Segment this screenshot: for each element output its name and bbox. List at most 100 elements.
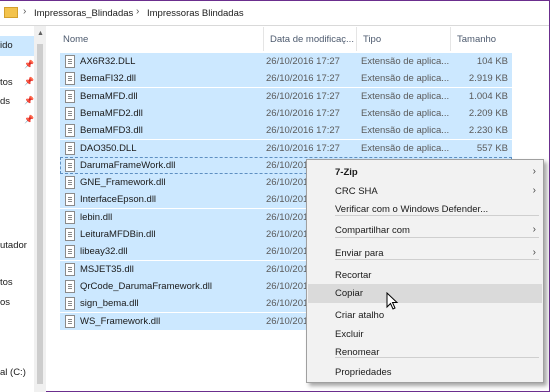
nav-item[interactable]: ido xyxy=(0,40,13,51)
file-name: BemaMFD3.dll xyxy=(80,125,143,137)
menu-item-label: CRC SHA xyxy=(335,186,378,197)
menu-item-label: Criar atalho xyxy=(335,310,385,321)
menu-item-label: Propriedades xyxy=(335,367,392,378)
file-row[interactable]: DAO350.DLL 26/10/2016 17:27 Extensão de ap… xyxy=(60,139,512,157)
menu-item-label: Compartilhar com xyxy=(335,225,410,236)
file-date: 26/10/201 xyxy=(266,280,309,292)
nav-item[interactable]: tos xyxy=(0,77,13,88)
file-row[interactable]: BemaFI32.dll 26/10/2016 17:27 Extensão de … xyxy=(60,70,512,88)
chevron-right-icon[interactable]: › xyxy=(136,6,139,17)
file-name: DAO350.DLL xyxy=(80,142,137,154)
menu-item-label: Enviar para xyxy=(335,248,384,259)
file-name: BemaMFD2.dll xyxy=(80,107,143,119)
dll-file-icon xyxy=(65,55,75,68)
nav-item[interactable]: ds xyxy=(0,96,10,107)
file-size: 2.209 KB xyxy=(468,107,508,119)
file-name: BemaMFD.dll xyxy=(80,90,138,102)
column-header-name[interactable]: Nome xyxy=(57,27,264,51)
menu-item-enviar-para[interactable]: Enviar para › xyxy=(308,244,542,263)
file-date: 26/10/2016 17:27 xyxy=(266,142,340,154)
file-date: 26/10/201 xyxy=(266,263,309,275)
file-date: 26/10/2016 17:27 xyxy=(266,125,340,137)
menu-item-compartilhar-com[interactable]: Compartilhar com › xyxy=(308,221,542,240)
menu-item-label: Verificar com o Windows Defender... xyxy=(335,204,489,215)
file-name: DarumaFrameWork.dll xyxy=(80,159,176,171)
menu-item-label: Renomear xyxy=(335,347,380,358)
submenu-arrow-icon: › xyxy=(532,185,536,196)
dll-file-icon xyxy=(65,193,75,207)
file-name: BemaFI32.dll xyxy=(80,73,136,85)
submenu-arrow-icon: › xyxy=(532,166,536,177)
menu-item-7-zip[interactable]: 7-Zip › xyxy=(308,163,542,182)
file-type: Extensão de aplica... xyxy=(361,125,450,137)
file-date: 26/10/201 xyxy=(266,177,309,189)
nav-item[interactable]: os xyxy=(0,297,10,308)
file-size: 2.230 KB xyxy=(468,125,508,137)
column-header-label: Tipo xyxy=(363,34,382,45)
menu-item-label: 7-Zip xyxy=(335,167,358,178)
nav-scrollbar-thumb[interactable] xyxy=(37,44,43,384)
mouse-cursor-icon xyxy=(386,292,399,310)
pin-icon: 📌 xyxy=(24,60,34,69)
menu-item-excluir[interactable]: Excluir xyxy=(308,325,542,344)
menu-item-renomear[interactable]: Renomear xyxy=(308,343,542,362)
file-row[interactable]: BemaMFD.dll 26/10/2016 17:27 Extensão de a… xyxy=(60,87,512,105)
menu-item-criar-atalho[interactable]: Criar atalho xyxy=(308,306,542,325)
file-name: WS_Framework.dll xyxy=(80,315,161,327)
dll-file-icon xyxy=(65,297,75,311)
file-size: 2.919 KB xyxy=(468,73,508,85)
file-name: QrCode_DarumaFramework.dll xyxy=(80,280,212,292)
dll-file-icon xyxy=(65,106,75,120)
chevron-right-icon[interactable]: › xyxy=(23,6,26,17)
pin-icon: 📌 xyxy=(24,77,34,86)
file-size: 557 KB xyxy=(476,142,508,154)
menu-item-propriedades[interactable]: Propriedades xyxy=(308,363,542,382)
pin-icon: 📌 xyxy=(24,115,34,124)
nav-item[interactable]: utador xyxy=(0,240,27,251)
menu-item-verificar-com-o-windows-defender[interactable]: Verificar com o Windows Defender... xyxy=(308,200,542,219)
menu-item-label: Recortar xyxy=(335,270,372,281)
address-bar[interactable]: › Impressoras_Blindadas › Impressoras Bl… xyxy=(0,1,549,26)
submenu-arrow-icon: › xyxy=(532,224,536,235)
dll-file-icon xyxy=(65,89,75,103)
file-type: Extensão de aplica... xyxy=(361,90,450,102)
file-name: sign_bema.dll xyxy=(80,298,139,310)
dll-file-icon xyxy=(65,124,75,138)
file-row[interactable]: BemaMFD3.dll 26/10/2016 17:27 Extensão de … xyxy=(60,122,512,140)
column-header-date[interactable]: Data de modificaç... xyxy=(264,27,357,51)
dll-file-icon xyxy=(65,245,75,259)
file-size: 104 KB xyxy=(476,56,508,67)
file-date: 26/10/201 xyxy=(266,229,309,240)
menu-item-label: Copiar xyxy=(335,288,363,299)
nav-item[interactable]: tos xyxy=(0,277,13,288)
folder-icon xyxy=(4,7,18,18)
file-type: Extensão de aplica... xyxy=(361,56,450,67)
file-row[interactable]: AX6R32.DLL 26/10/2016 17:27 Extensão de ap… xyxy=(60,53,512,70)
column-header-type[interactable]: Tipo xyxy=(357,27,451,51)
file-date: 26/10/201 xyxy=(266,315,309,327)
dll-file-icon xyxy=(65,141,75,155)
dll-file-icon xyxy=(65,228,75,241)
file-date: 26/10/2016 17:27 xyxy=(266,90,340,102)
scroll-up-icon[interactable]: ▲ xyxy=(37,30,44,37)
file-date: 26/10/2016 17:27 xyxy=(266,107,340,119)
menu-item-recortar[interactable]: Recortar xyxy=(308,266,542,285)
column-header-label: Tamanho xyxy=(457,34,497,45)
dll-file-icon xyxy=(65,314,75,328)
file-name: MSJET35.dll xyxy=(80,263,134,275)
breadcrumb-item[interactable]: Impressoras_Blindadas xyxy=(34,8,133,19)
navigation-pane: ido tos 📌 📌 ds 📌 📌 utador tos os ▲ xyxy=(0,26,46,392)
column-header-size[interactable]: Tamanho xyxy=(451,27,513,51)
file-type: Extensão de aplica... xyxy=(361,142,450,154)
menu-item-copiar[interactable]: Copiar xyxy=(308,284,542,303)
breadcrumb-item[interactable]: Impressoras Blindadas xyxy=(147,8,244,19)
file-name: libeay32.dll xyxy=(80,246,128,258)
file-date: 26/10/201 xyxy=(266,194,309,206)
file-date: 26/10/2016 17:27 xyxy=(266,56,340,67)
file-row[interactable]: BemaMFD2.dll 26/10/2016 17:27 Extensão de … xyxy=(60,104,512,122)
menu-item-crc-sha[interactable]: CRC SHA › xyxy=(308,182,542,201)
dll-file-icon xyxy=(65,158,75,172)
file-name: InterfaceEpson.dll xyxy=(80,194,157,206)
file-date: 26/10/201 xyxy=(266,298,309,310)
file-date: 26/10/201 xyxy=(266,246,309,258)
